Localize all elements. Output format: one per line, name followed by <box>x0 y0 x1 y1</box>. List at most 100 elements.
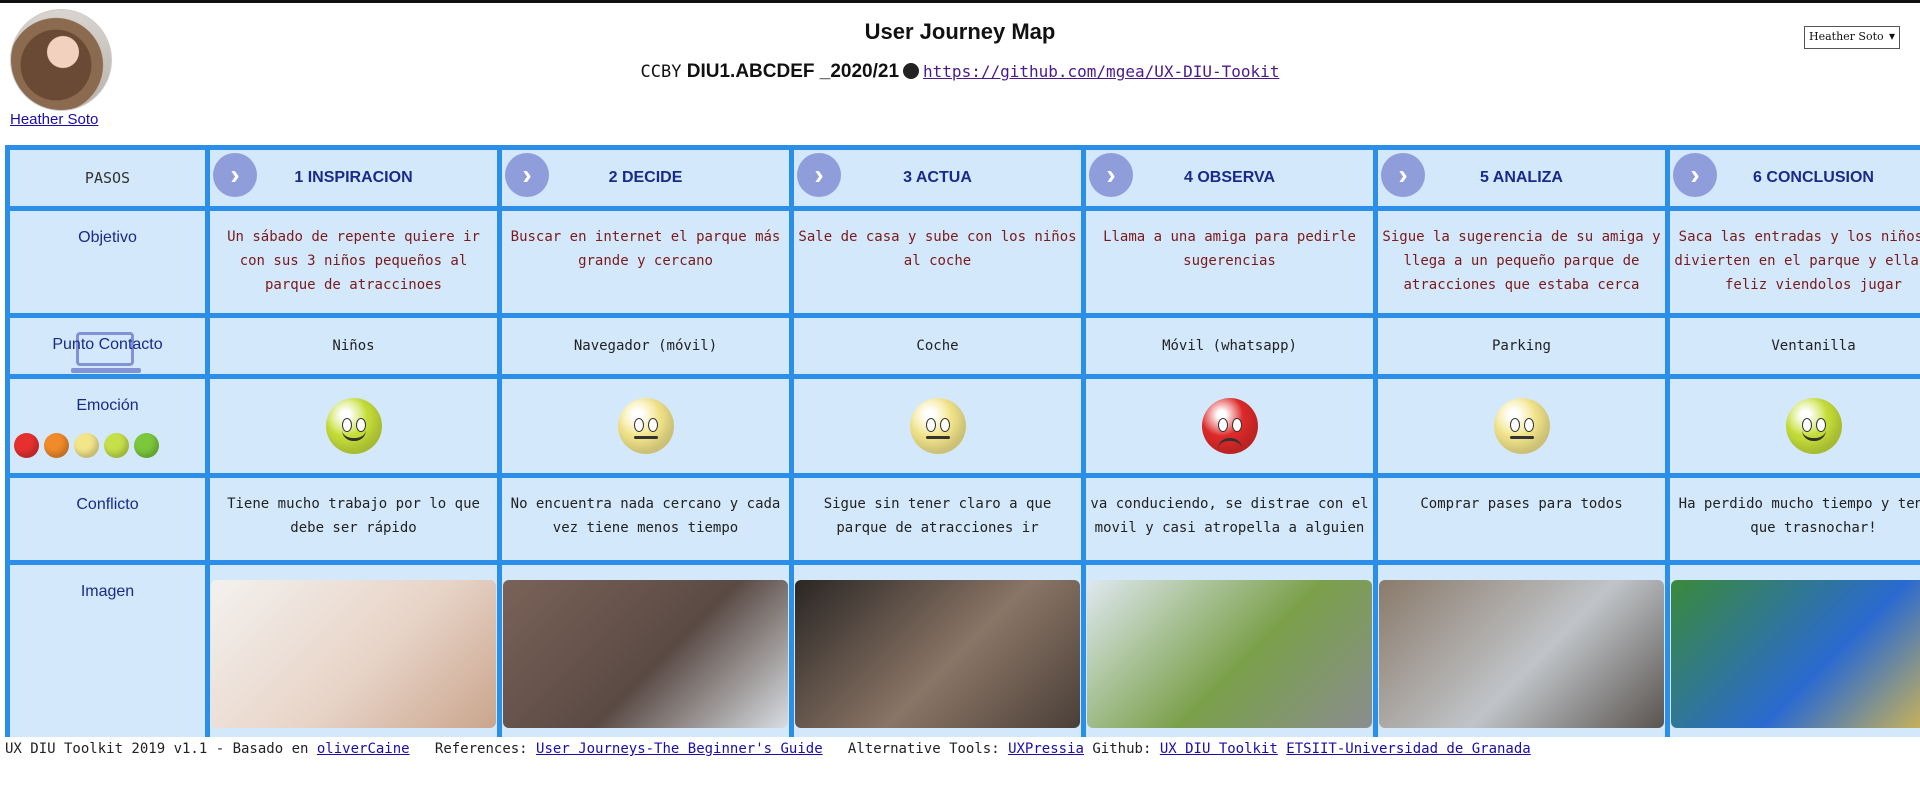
step-contacto: Coche <box>794 318 1081 374</box>
footer-link-user-journeys[interactable]: User Journeys-The Beginner's Guide <box>536 741 823 757</box>
imagen-label: Imagen <box>10 565 205 737</box>
step-title: 3 ACTUA <box>903 169 972 186</box>
step-image-cell <box>502 565 789 737</box>
step-emotion-cell <box>502 379 789 473</box>
eye <box>633 418 644 432</box>
chevron-right-icon[interactable]: › <box>213 153 257 197</box>
emotion-scale-face-icon <box>134 433 159 458</box>
step-contacto: Móvil (whatsapp) <box>1086 318 1373 374</box>
step-objetivo: Un sábado de repente quiere ir con sus 3… <box>210 211 497 313</box>
footer-link-toolkit[interactable]: UX DIU Toolkit <box>1160 741 1278 757</box>
step-header: › 2 DECIDE <box>502 150 789 206</box>
mouth <box>1509 436 1534 439</box>
eye <box>1509 418 1520 432</box>
step-emotion-cell <box>210 379 497 473</box>
chevron-right-icon[interactable]: › <box>1673 153 1717 197</box>
happy-face-icon[interactable] <box>325 398 382 454</box>
emotion-scale-face-icon <box>14 433 39 458</box>
step-conflicto: Sigue sin tener claro a que parque de at… <box>794 478 1081 560</box>
step-objetivo: Sigue la sugerencia de su amiga y llega … <box>1378 211 1665 313</box>
chevron-right-icon[interactable]: › <box>1089 153 1133 197</box>
step-title: 2 DECIDE <box>608 169 683 186</box>
step-contacto: Parking <box>1378 318 1665 374</box>
step-image[interactable] <box>1087 580 1372 728</box>
happy-face-icon[interactable] <box>1785 398 1842 454</box>
step-title: 1 INSPIRACION <box>294 169 413 186</box>
emotion-scale-face-icon <box>104 433 129 458</box>
step-image[interactable] <box>795 580 1080 728</box>
step-objetivo: Sale de casa y sube con los niños al coc… <box>794 211 1081 313</box>
step-title: 5 ANALIZA <box>1480 169 1563 186</box>
step-image[interactable] <box>1379 580 1664 728</box>
page-title: User Journey Map <box>864 19 1056 44</box>
footer-text-credits: UX DIU Toolkit 2019 v1.1 - Basado en <box>5 741 309 757</box>
journey-grid: PASOS › 1 INSPIRACION › 2 DECIDE › 3 ACTUA › 4 O… <box>5 145 1920 737</box>
user-select[interactable]: Heather Soto <box>1804 26 1900 49</box>
step-header: › 5 ANALIZA <box>1378 150 1665 206</box>
emocion-cell: Emoción <box>10 379 205 473</box>
footer-text-alt-tools: Alternative Tools: <box>847 741 1000 757</box>
emotion-scale-face-icon <box>44 433 69 458</box>
step-image-cell <box>1670 565 1920 737</box>
footer-link-etsiit[interactable]: ETSIIT-Universidad de Granada <box>1286 741 1530 757</box>
eye <box>925 418 936 432</box>
step-header: › 3 ACTUA <box>794 150 1081 206</box>
step-image[interactable] <box>1671 580 1920 728</box>
step-contacto: Ventanilla <box>1670 318 1920 374</box>
step-image-cell <box>794 565 1081 737</box>
eye <box>1217 418 1228 432</box>
chevron-right-icon[interactable]: › <box>797 153 841 197</box>
course-code: DIU1.ABCDEF _2020/21 <box>686 61 900 82</box>
eye <box>1231 418 1242 432</box>
objetivo-label: Objetivo <box>10 211 205 313</box>
neutral-face-icon[interactable] <box>617 398 674 454</box>
emotion-scale <box>14 433 159 458</box>
emotion-scale-face-icon <box>74 433 99 458</box>
cc-license: CCBY <box>640 62 682 82</box>
step-contacto: Niños <box>210 318 497 374</box>
footer-link-olivercaine[interactable]: oliverCaine <box>317 741 410 757</box>
user-name-link[interactable]: Heather Soto <box>10 111 98 128</box>
step-objetivo: Buscar en internet el parque más grande … <box>502 211 789 313</box>
step-contacto: Navegador (móvil) <box>502 318 789 374</box>
step-emotion-cell <box>1670 379 1920 473</box>
conflicto-label: Conflicto <box>10 478 205 560</box>
step-header: › 4 OBSERVA <box>1086 150 1373 206</box>
step-emotion-cell <box>1086 379 1373 473</box>
step-image-cell <box>210 565 497 737</box>
eye <box>1523 418 1534 432</box>
emocion-label: Emoción <box>76 397 139 414</box>
mouth <box>633 436 658 439</box>
step-header: › 6 CONCLUSION <box>1670 150 1920 206</box>
step-header: › 1 INSPIRACION <box>210 150 497 206</box>
step-image[interactable] <box>503 580 788 728</box>
github-icon <box>903 63 920 79</box>
footer-text-references: References: <box>434 741 528 757</box>
step-emotion-cell <box>1378 379 1665 473</box>
neutral-face-icon[interactable] <box>909 398 966 454</box>
user-select-value: Heather Soto <box>1809 30 1884 43</box>
step-conflicto: Comprar pases para todos <box>1378 478 1665 560</box>
step-image-cell <box>1378 565 1665 737</box>
footer-link-uxpressia[interactable]: UXPressia <box>1008 741 1084 757</box>
repo-link[interactable]: https://github.com/mgea/UX-DIU-Tookit <box>923 62 1279 81</box>
mouth <box>1801 430 1826 441</box>
eye <box>647 418 658 432</box>
footer-text-github: Github: <box>1092 741 1152 757</box>
angry-face-icon[interactable] <box>1201 398 1258 454</box>
mouth <box>925 436 950 439</box>
step-conflicto: va conduciendo, se distrae con el movil … <box>1086 478 1373 560</box>
chevron-right-icon[interactable]: › <box>1381 153 1425 197</box>
step-objetivo: Llama a una amiga para pedirle sugerenci… <box>1086 211 1373 313</box>
subtitle: CCBY DIU1.ABCDEF _2020/21 https://github.… <box>0 61 1920 83</box>
punto-contacto-cell: Punto Contacto <box>10 318 205 374</box>
step-conflicto: Tiene mucho trabajo por lo que debe ser … <box>210 478 497 560</box>
step-title: 6 CONCLUSION <box>1753 169 1874 186</box>
step-title: 4 OBSERVA <box>1184 169 1275 186</box>
step-image[interactable] <box>211 580 496 728</box>
neutral-face-icon[interactable] <box>1493 398 1550 454</box>
step-emotion-cell <box>794 379 1081 473</box>
step-conflicto: No encuentra nada cercano y cada vez tie… <box>502 478 789 560</box>
step-image-cell <box>1086 565 1373 737</box>
chevron-right-icon[interactable]: › <box>505 153 549 197</box>
